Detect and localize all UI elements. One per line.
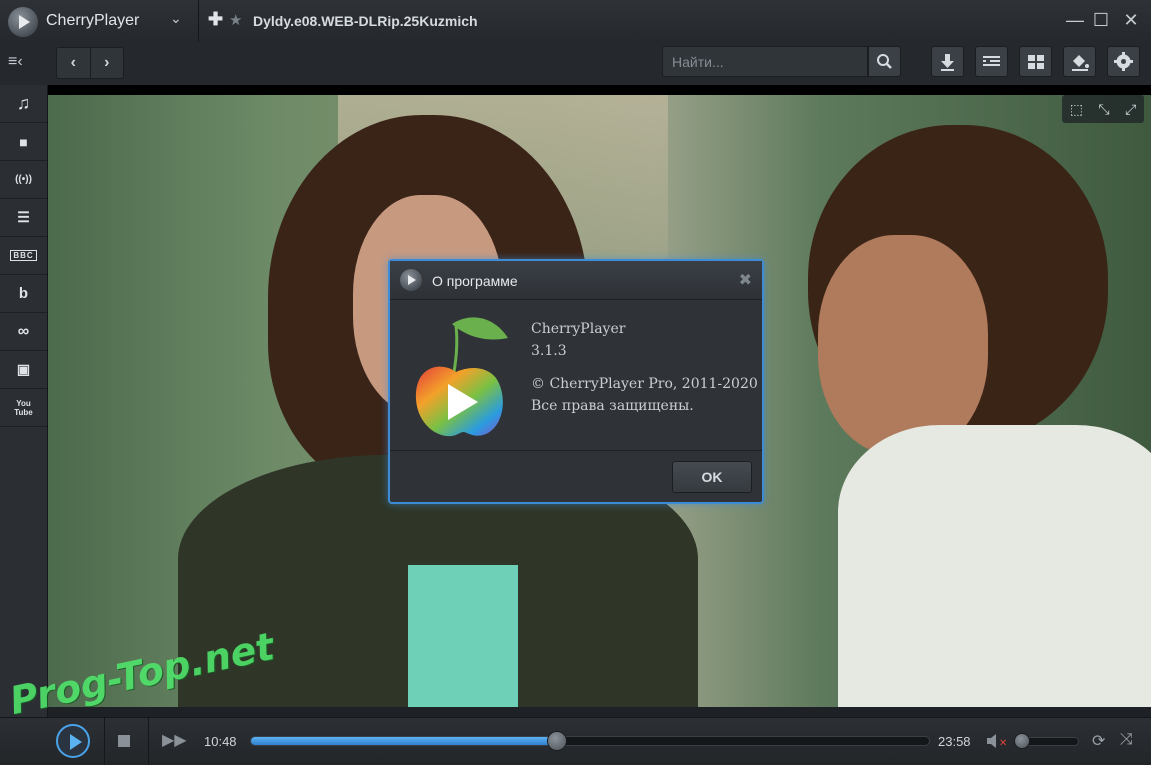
star-icon[interactable]: ★ [229,11,242,29]
bbc-icon: BBC [10,250,37,261]
sidebar-item-twitch[interactable]: ▣ [0,351,47,389]
playlist-button[interactable] [975,46,1008,77]
seek-bar[interactable] [250,731,930,751]
sidebar-item-bandcamp[interactable]: b [0,275,47,313]
volume-thumb[interactable] [1014,733,1030,749]
close-button[interactable]: ✕ [1120,9,1142,31]
video-person-woman-shirt [408,565,518,707]
about-dialog: О программе ✖ CherryPlayer 3.1.3 © Cherr… [388,259,764,504]
playlist-icon [983,56,1000,66]
dialog-close-icon[interactable]: ✖ [739,270,752,290]
video-person-man-face [818,235,988,455]
settings-button[interactable] [1107,46,1140,77]
divider [104,718,105,765]
skin-button[interactable] [1063,46,1096,77]
gear-icon [1114,52,1133,71]
play-button[interactable] [56,724,90,758]
mute-icon[interactable]: ✕ [985,732,1009,753]
cherryplayer-logo-icon[interactable] [8,7,38,37]
shrink-icon[interactable]: ⤡ [1098,101,1109,118]
grid-icon [1028,55,1044,69]
tab-title[interactable]: Dyldy.e08.WEB-DLRip.25Kuzmich [253,13,478,29]
dialog-title: О программе [432,273,518,289]
tab-divider [198,0,199,42]
seek-bar-progress [251,737,557,745]
grid-view-button[interactable] [1019,46,1052,77]
radio-icon: ((•)) [15,174,32,185]
sidebar-item-radio[interactable]: ((•)) [0,161,47,199]
fast-forward-button[interactable]: ▶▶ [162,730,187,750]
stop-button[interactable] [118,735,130,747]
repeat-icon[interactable]: ⟳ [1092,731,1105,751]
sidebar-item-youtube[interactable]: You Tube [0,389,47,427]
current-time: 10:48 [204,734,237,749]
bandcamp-icon: b [18,285,29,302]
playback-controls: ▶▶ 10:48 23:58 ✕ ⟳ ⤨ [0,717,1151,765]
paint-bucket-icon [1072,55,1089,71]
svg-text:✕: ✕ [999,738,1007,749]
seek-bar-thumb[interactable] [547,731,568,751]
add-tab-icon[interactable]: ✚ [208,9,223,30]
copyright-text: © CherryPlayer Pro, 2011-2020 [531,376,758,392]
fullscreen-icon[interactable]: ⤢ [1125,101,1136,118]
toolbar: ≡‹ ‹ › [0,42,1151,86]
app-name[interactable]: CherryPlayer [46,12,139,30]
download-button[interactable] [931,46,964,77]
cherryplayer-logo-icon [400,269,422,291]
sidebar-item-video[interactable]: ■ [0,123,47,161]
lastfm-icon: ∞ [17,322,30,340]
video-camera-icon: ■ [19,133,28,150]
shuffle-icon[interactable]: ⤨ [1120,731,1133,749]
crop-icon[interactable]: ⬚ [1070,101,1083,118]
tv-list-icon: ☰ [17,209,30,225]
sidebar-item-bbc[interactable]: BBC [0,237,47,275]
ok-button[interactable]: OK [672,461,752,493]
music-icon: ♫ [16,93,31,113]
sidebar-toggle-icon[interactable]: ≡‹ [8,53,23,71]
youtube-icon: You Tube [14,398,33,417]
minimize-button[interactable]: — [1064,9,1086,31]
sidebar: ♫ ■ ((•)) ☰ BBC b ∞ ▣ You Tube [0,85,48,717]
divider [148,718,149,765]
search-input[interactable] [662,46,868,77]
rights-text: Все права защищены. [531,398,694,414]
app-menu-chevron-icon[interactable]: ⌄ [170,10,182,27]
back-button[interactable]: ‹ [57,48,90,78]
dialog-header: О программе ✖ [390,261,762,300]
video-corner-tools: ⬚ ⤡ ⤢ [1062,95,1144,123]
download-icon [941,54,954,71]
search-button[interactable] [868,46,901,77]
product-name: CherryPlayer [531,321,626,337]
speaker-muted-icon: ✕ [987,734,1007,749]
dialog-body: CherryPlayer 3.1.3 © CherryPlayer Pro, 2… [390,300,762,451]
sidebar-item-lastfm[interactable]: ∞ [0,313,47,351]
video-person-man-shirt [838,425,1151,707]
twitch-icon: ▣ [16,361,31,377]
maximize-button[interactable]: ☐ [1090,9,1112,31]
sidebar-item-tv[interactable]: ☰ [0,199,47,237]
forward-button[interactable]: › [89,48,124,78]
sidebar-item-music[interactable]: ♫ [0,85,47,123]
cherry-logo-icon [415,317,508,437]
search-icon [877,54,892,69]
total-time: 23:58 [938,734,971,749]
nav-buttons: ‹ › [56,47,124,79]
product-version: 3.1.3 [531,343,567,359]
title-bar: CherryPlayer ⌄ ✚ ★ Dyldy.e08.WEB-DLRip.2… [0,0,1151,43]
